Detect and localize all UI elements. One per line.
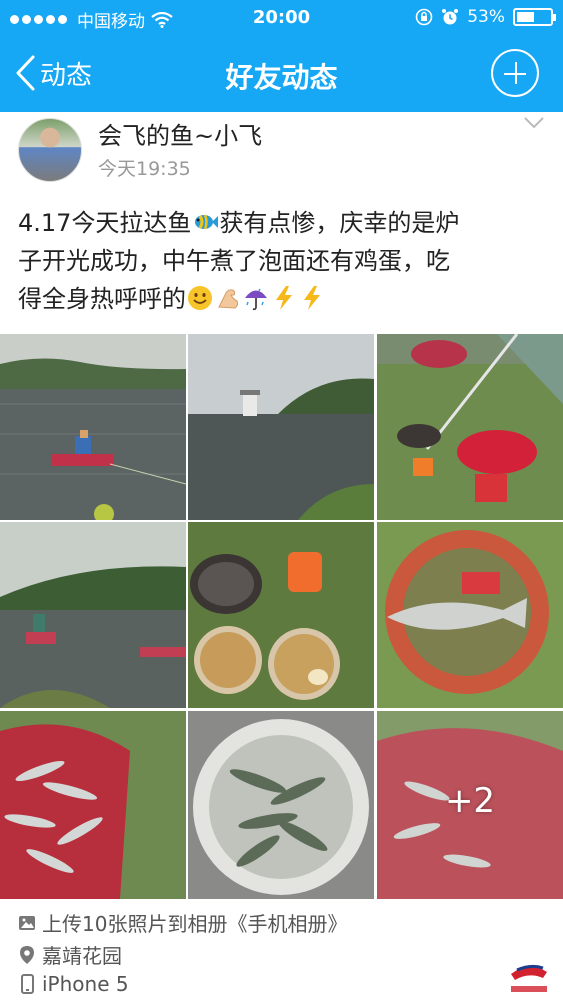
photo-icon — [19, 915, 35, 930]
phone-icon — [21, 974, 34, 994]
status-right: 53% — [415, 7, 556, 27]
upload-info[interactable]: 上传10张照片到相册《手机相册》 — [18, 908, 347, 937]
add-post-button[interactable] — [491, 49, 539, 97]
post-text-line1b: 获有点惨，庆幸的是炉 — [219, 209, 460, 237]
post-time: 今天19:35 — [98, 158, 191, 180]
photo-fish-catch[interactable] — [0, 711, 186, 899]
photo-camp-gear[interactable] — [377, 334, 563, 520]
smile-icon — [188, 286, 212, 310]
avatar[interactable] — [18, 118, 82, 182]
page-title: 好友动态 — [225, 61, 338, 94]
location-text: 嘉靖花园 — [42, 944, 122, 968]
umbrella-rain-icon — [245, 288, 267, 311]
photo-lake-boat[interactable] — [0, 334, 186, 520]
chevron-down-icon[interactable] — [523, 116, 545, 130]
top-bar: 中国移动 20:00 53% 动态 好友动态 — [0, 0, 563, 112]
photo-more[interactable]: +2 — [377, 711, 563, 899]
alarm-icon — [442, 9, 459, 25]
location-pin-icon — [20, 945, 34, 964]
tropical-fish-icon — [195, 214, 219, 230]
photo-grid: +2 — [0, 334, 563, 899]
watermark-logo — [511, 964, 547, 992]
device-info: iPhone 5 — [18, 972, 129, 996]
rotation-lock-icon — [415, 8, 433, 26]
photo-lake-tower[interactable] — [188, 334, 374, 520]
lightning-icon — [276, 286, 292, 310]
lightning-icon — [304, 286, 320, 310]
post-text-line3: 得全身热呼呼的 — [18, 285, 186, 313]
photo-fish-bowl[interactable] — [188, 711, 374, 899]
photo-lake-angler[interactable] — [0, 522, 186, 708]
post-text-line1: 4.17今天拉达鱼 — [18, 209, 192, 237]
photo-noodles-pot[interactable] — [188, 522, 374, 708]
nav-bar: 动态 好友动态 — [0, 36, 563, 112]
device-text: iPhone 5 — [42, 972, 129, 996]
post-text: 4.17今天拉达鱼 获有点惨，庆幸的是炉 子开光成功，中午煮了泡面还有鸡蛋，吃 … — [18, 204, 548, 318]
location-info[interactable]: 嘉靖花园 — [18, 940, 122, 969]
status-bar: 中国移动 20:00 53% — [0, 0, 563, 36]
flexed-bicep-icon — [218, 289, 239, 309]
more-photos-count: +2 — [444, 781, 496, 821]
author-name[interactable]: 会飞的鱼~小飞 — [98, 116, 262, 151]
post-text-line2: 子开光成功，中午煮了泡面还有鸡蛋，吃 — [18, 247, 450, 275]
upload-text: 上传10张照片到相册《手机相册》 — [42, 912, 348, 936]
battery-icon — [513, 8, 556, 26]
battery-percent: 53% — [467, 7, 505, 27]
photo-fish-net[interactable] — [377, 522, 563, 708]
